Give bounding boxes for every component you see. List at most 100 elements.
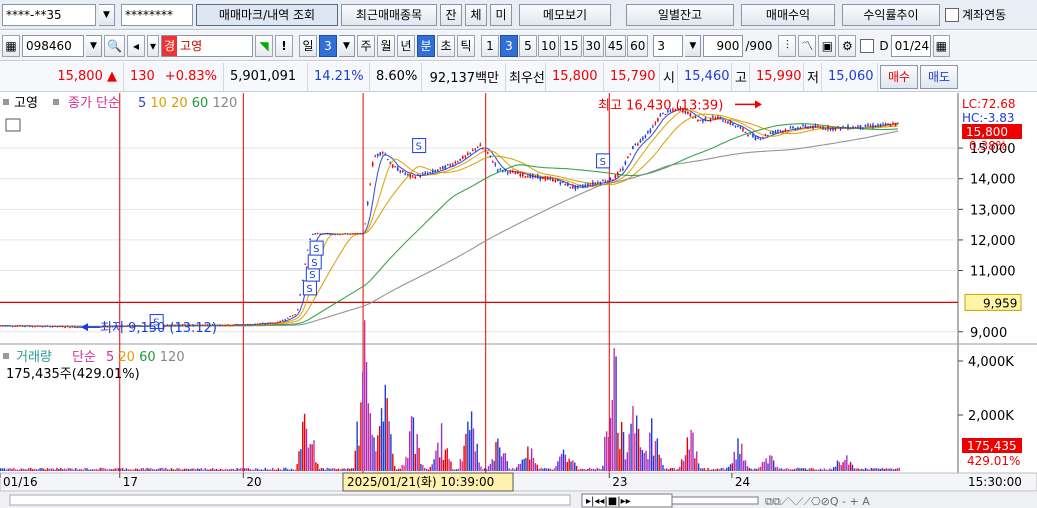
scroll-track[interactable] bbox=[9, 494, 571, 506]
drawing-tools-icon[interactable]: ⧉⧉⟋⟍⟋⟋⎔⊘Q - + A bbox=[765, 495, 870, 508]
volume-bar bbox=[88, 469, 90, 471]
account-link-checkbox[interactable]: 계좌연동 bbox=[945, 6, 1006, 23]
period-day-n-field[interactable]: 3 bbox=[318, 34, 337, 57]
candle-body bbox=[609, 177, 612, 181]
volume-bar bbox=[810, 468, 812, 471]
volume-bar bbox=[737, 438, 739, 471]
candle-body bbox=[812, 125, 814, 129]
minute-option-45[interactable]: 45 bbox=[604, 34, 627, 57]
candle-body bbox=[612, 179, 614, 181]
period-month-button[interactable]: 월 bbox=[376, 34, 395, 57]
panel-icon[interactable]: ▦ bbox=[2, 34, 20, 57]
account-number-field[interactable]: ****-**35 bbox=[2, 3, 96, 26]
minute-option-15[interactable]: 15 bbox=[560, 34, 582, 57]
candle-body bbox=[216, 324, 219, 326]
volume-bar bbox=[395, 469, 398, 471]
period-week-button[interactable]: 주 bbox=[356, 34, 375, 57]
candle-body bbox=[787, 130, 789, 132]
volume-bar bbox=[335, 469, 338, 471]
sell-button[interactable]: 매도 bbox=[920, 64, 958, 89]
candle-body bbox=[29, 325, 31, 327]
minute-option-10[interactable]: 10 bbox=[537, 34, 560, 57]
filled-button[interactable]: 체 bbox=[465, 3, 487, 26]
volume-bar bbox=[630, 423, 632, 471]
volume-bar bbox=[427, 469, 430, 471]
password-value: ******** bbox=[125, 7, 173, 22]
date-field[interactable]: 01/24 bbox=[890, 34, 931, 57]
balance-button[interactable]: 잔 bbox=[440, 3, 462, 26]
search-icon[interactable]: 🔍 bbox=[104, 34, 125, 57]
candle-body bbox=[304, 263, 306, 265]
volume-bar bbox=[264, 467, 266, 471]
period-tick-button[interactable]: 틱 bbox=[456, 34, 475, 57]
count-field[interactable]: 900 bbox=[703, 34, 744, 57]
legend-stock-name: 고영 bbox=[14, 96, 38, 111]
candle-body bbox=[346, 233, 349, 235]
candle-body bbox=[524, 176, 527, 178]
volume-bar bbox=[754, 468, 756, 471]
save-icon[interactable]: ▣ bbox=[818, 34, 837, 57]
period-day-button[interactable]: 일 bbox=[298, 34, 317, 57]
period-second-button[interactable]: 초 bbox=[436, 34, 455, 57]
account-dropdown-chevron-icon[interactable]: ▼ bbox=[99, 3, 115, 26]
trade-profit-button[interactable]: 매매수익 bbox=[741, 3, 835, 26]
memo-view-button[interactable]: 메모보기 bbox=[519, 3, 611, 26]
nav-arrows-icon[interactable]: ▸|◂◂|■|▸▸ bbox=[586, 496, 631, 507]
daily-balance-button[interactable]: 일별잔고 bbox=[626, 3, 734, 26]
volume-bar bbox=[628, 433, 630, 471]
minute-option-60[interactable]: 60 bbox=[627, 34, 649, 57]
minute-option-30[interactable]: 30 bbox=[582, 34, 604, 57]
recent-trades-button[interactable]: 최근매매종목 bbox=[341, 3, 437, 26]
stock-code-field[interactable]: 098460 bbox=[22, 34, 84, 57]
period-minute-button[interactable]: 분 bbox=[416, 34, 435, 57]
volume-bar bbox=[80, 468, 83, 471]
candle-body bbox=[484, 150, 487, 152]
d-checkbox[interactable] bbox=[860, 38, 875, 53]
volume-bar bbox=[594, 469, 597, 471]
zoom-slider[interactable] bbox=[671, 496, 759, 505]
stock-chart[interactable]: SSSSSSS 고영 종가 단순 5 10 20 60 120 거래량 단순 5… bbox=[0, 93, 1037, 508]
volume-bar bbox=[15, 469, 17, 471]
interval-chevron-icon[interactable]: ▼ bbox=[685, 34, 702, 57]
volume-bar bbox=[270, 469, 272, 471]
minute-option-5[interactable]: 5 bbox=[518, 34, 537, 57]
stock-name-field[interactable]: 경 고영 bbox=[160, 34, 253, 57]
volume-bar bbox=[178, 468, 180, 471]
candle-body bbox=[324, 233, 326, 235]
volume-bar bbox=[478, 462, 480, 471]
calendar-icon[interactable]: ▦ bbox=[932, 34, 950, 57]
volume-bar bbox=[382, 421, 385, 471]
grid-table-icon[interactable] bbox=[5, 118, 21, 132]
minute-option-3[interactable]: 3 bbox=[499, 34, 518, 57]
volume-bar bbox=[95, 469, 98, 471]
indicator-icon[interactable]: 〽 bbox=[798, 34, 817, 57]
volume-bar bbox=[273, 469, 276, 471]
password-field[interactable]: ******** bbox=[121, 3, 193, 26]
unfilled-button[interactable]: 미 bbox=[490, 3, 512, 26]
candle-body bbox=[602, 180, 604, 182]
warning-icon[interactable]: ! bbox=[274, 34, 293, 57]
return-trend-button[interactable]: 수익률추이 bbox=[842, 3, 940, 26]
trade-mark-inquiry-button[interactable]: 매매마크/내역 조회 bbox=[196, 3, 338, 26]
day-n-chevron-icon[interactable]: ▼ bbox=[338, 34, 355, 57]
volume-bar bbox=[806, 469, 809, 471]
prev-stock-icon[interactable]: ◂ bbox=[126, 34, 145, 57]
volume-bar bbox=[761, 462, 764, 471]
checkbox-box-icon[interactable] bbox=[945, 7, 959, 22]
volume-bar bbox=[872, 468, 874, 471]
volume-bar bbox=[656, 438, 659, 471]
code-dropdown-chevron-icon[interactable]: ▼ bbox=[86, 34, 102, 57]
gear-icon[interactable]: ⚙ bbox=[838, 34, 857, 57]
candle-style-icon[interactable]: ⫶ bbox=[778, 34, 797, 57]
volume-bar bbox=[515, 467, 518, 471]
custom-interval-field[interactable]: 3 bbox=[653, 34, 684, 57]
volume-bar bbox=[425, 468, 428, 471]
period-year-button[interactable]: 년 bbox=[396, 34, 415, 57]
volume-bar bbox=[31, 469, 34, 471]
volume-bar bbox=[144, 469, 146, 471]
volume-bar bbox=[791, 469, 794, 471]
price-tick-label: 12,000 bbox=[970, 234, 1016, 249]
minute-option-1[interactable]: 1 bbox=[480, 34, 499, 57]
buy-button[interactable]: 매수 bbox=[880, 64, 918, 89]
stock-list-chevron-icon[interactable]: ▾ bbox=[146, 34, 159, 57]
